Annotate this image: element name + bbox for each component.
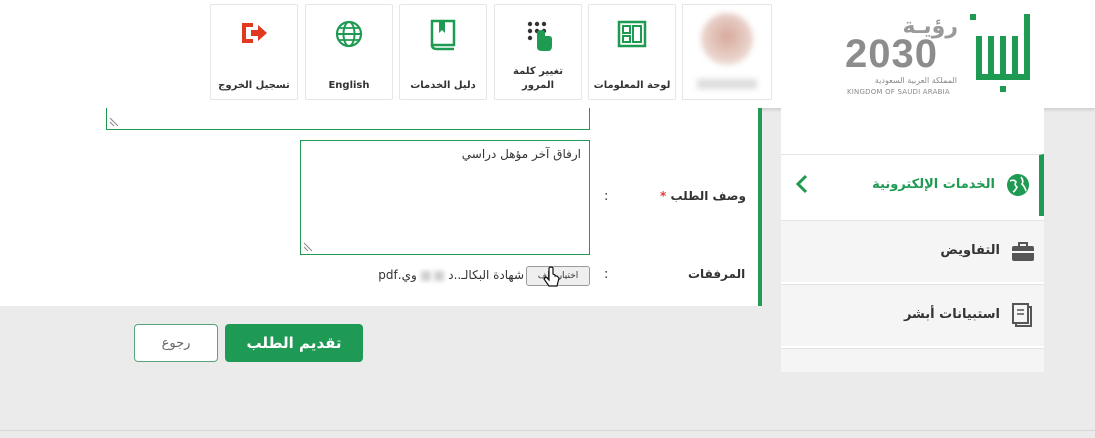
attachments-label: المرفقات [688,267,746,281]
nav-english[interactable]: English [305,4,393,100]
book-icon [430,19,456,51]
kingdom-english: KINGDOM OF SAUDI ARABIA [847,88,950,96]
sidebar-item-empty [781,348,1044,372]
nav-service-guide[interactable]: دليل الخدمات [399,4,487,100]
user-name-blurred [697,79,757,89]
selected-file-name: شهادة البكالـ..د وي.pdf [378,268,524,282]
avatar [701,13,753,65]
required-mark: * [660,189,667,203]
briefcase-icon [1012,242,1034,261]
sidebar-item-surveys[interactable]: استبيانات أبشر [781,284,1044,346]
globe-icon [1007,174,1029,196]
description-colon: : [604,189,609,204]
attachments-colon: : [604,267,609,282]
sidebar-item-label: التفاويض [940,243,1000,258]
footer-divider [0,430,1095,431]
description-textarea[interactable]: ارفاق آخر مؤهل دراسي [300,140,590,255]
chevron-left-icon[interactable] [795,173,809,195]
nav-logout[interactable]: تسجيل الخروج [210,4,298,100]
keypad-icon [527,21,552,51]
nav-change-password-label: تغيير كلمة المرور [513,66,563,91]
header: رؤيـة 2030 المملكة العربية السعودية KING… [0,0,1095,108]
description-label: وصف الطلب * [660,189,746,203]
nav-english-label: English [328,80,370,91]
resize-handle-icon [303,242,313,252]
resize-handle-icon [109,117,119,127]
nav-service-guide-label: دليل الخدمات [410,80,476,91]
sidebar-item-eservices[interactable]: الخدمات الإلكترونية [781,154,1044,216]
form-divider [758,108,762,306]
nav-dashboard[interactable]: لوحة المعلومات [588,4,676,100]
nav-change-password[interactable]: تغيير كلمة المرور [494,4,582,100]
kingdom-arabic: المملكة العربية السعودية [874,76,957,85]
sidebar-item-label: استبيانات أبشر [903,307,1000,322]
back-button[interactable]: رجوع [134,324,218,362]
submit-request-button[interactable]: تقديم الطلب [225,324,363,362]
previous-textarea[interactable] [106,108,590,130]
vision-2030-logo: رؤيـة 2030 المملكة العربية السعودية KING… [845,14,960,98]
logout-icon [242,23,267,43]
nav-dashboard-label: لوحة المعلومات [593,80,671,91]
sidebar-item-label: الخدمات الإلكترونية [872,177,995,192]
description-value: ارفاق آخر مؤهل دراسي [461,147,581,161]
mouse-cursor-icon [543,266,560,287]
clipboard-icon [1012,303,1032,327]
user-profile-tile[interactable] [682,4,772,100]
vision-year: 2030 [845,32,938,76]
absher-logo [970,14,1030,92]
nav-logout-label: تسجيل الخروج [218,80,290,91]
dashboard-icon [617,20,647,48]
globe-icon [335,20,363,48]
sidebar-item-delegations[interactable]: التفاويض [781,220,1044,282]
